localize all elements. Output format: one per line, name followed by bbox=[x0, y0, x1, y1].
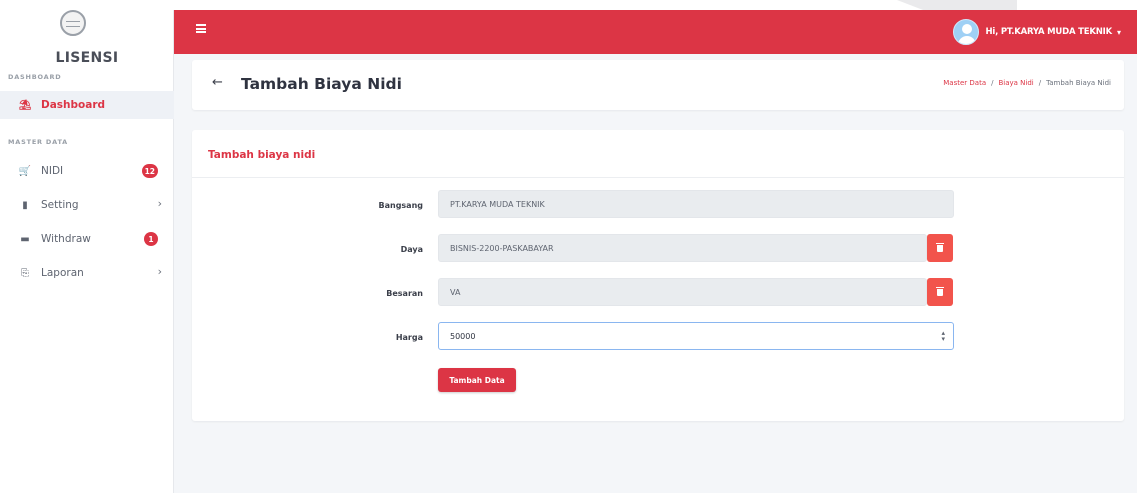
hamburger-icon[interactable] bbox=[196, 24, 206, 33]
field-label-bangsang: Bangsang bbox=[378, 201, 424, 210]
sidebar-item-label: Laporan bbox=[41, 267, 84, 279]
printer-icon: ⎘ bbox=[21, 267, 29, 279]
bangsang-field[interactable]: PT.KARYA MUDA TEKNIK bbox=[438, 190, 954, 218]
field-label-besaran: Besaran bbox=[386, 289, 423, 298]
chevron-down-icon[interactable]: ▾ bbox=[1117, 28, 1121, 37]
delete-daya-button[interactable] bbox=[927, 234, 953, 262]
notification-badge: 12 bbox=[141, 164, 158, 178]
arrow-left-icon[interactable]: ← bbox=[212, 75, 223, 90]
harga-input-value: 50000 bbox=[450, 331, 476, 341]
chevron-right-icon: › bbox=[157, 197, 162, 210]
harga-input[interactable]: 50000 ▴ ▾ bbox=[438, 322, 954, 350]
breadcrumb: Master Data / Biaya Nidi / Tambah Biaya … bbox=[943, 79, 1111, 87]
sidebar-item-laporan[interactable]: ⎘ Laporan › bbox=[0, 259, 174, 287]
section-label-dashboard: DASHBOARD bbox=[8, 73, 62, 81]
sidebar: LISENSI DASHBOARD ⛱ Dashboard MASTER DAT… bbox=[0, 10, 174, 493]
sidebar-item-label: Dashboard bbox=[41, 99, 106, 111]
number-stepper-icon[interactable]: ▴ ▾ bbox=[941, 330, 945, 343]
sidebar-item-label: NIDI bbox=[41, 165, 64, 177]
sidebar-item-label: Withdraw bbox=[41, 233, 91, 245]
card-icon: ▬ bbox=[20, 233, 30, 245]
user-name[interactable]: Hi, PT.KARYA MUDA TEKNIK bbox=[985, 27, 1112, 37]
page-header: ← Tambah Biaya Nidi Master Data / Biaya … bbox=[192, 60, 1124, 110]
top-navbar: Hi, PT.KARYA MUDA TEKNIK ▾ bbox=[174, 10, 1137, 54]
trash-icon bbox=[936, 286, 944, 296]
avatar[interactable] bbox=[953, 19, 980, 45]
breadcrumb-master-data[interactable]: Master Data bbox=[943, 79, 986, 87]
delete-besaran-button[interactable] bbox=[927, 278, 953, 306]
cart-icon: 🛒 bbox=[18, 165, 32, 177]
book-icon: ▮ bbox=[22, 199, 28, 211]
app-brand: LISENSI bbox=[55, 50, 119, 66]
sidebar-item-nidi[interactable]: 🛒 NIDI 12 bbox=[0, 157, 174, 185]
form-card-title: Tambah biaya nidi bbox=[208, 149, 316, 161]
sidebar-item-withdraw[interactable]: ▬ Withdraw 1 bbox=[0, 225, 174, 253]
section-label-master-data: MASTER DATA bbox=[8, 138, 69, 146]
home-icon: ⛱ bbox=[18, 99, 32, 111]
besaran-field[interactable]: VA bbox=[438, 278, 927, 306]
page-title: Tambah Biaya Nidi bbox=[241, 75, 402, 93]
field-label-harga: Harga bbox=[395, 333, 423, 342]
breadcrumb-current: Tambah Biaya Nidi bbox=[1046, 79, 1111, 87]
notification-badge: 1 bbox=[144, 232, 158, 246]
field-label-daya: Daya bbox=[400, 245, 423, 254]
breadcrumb-separator: / bbox=[991, 79, 994, 87]
breadcrumb-biaya-nidi[interactable]: Biaya Nidi bbox=[998, 79, 1033, 87]
trash-icon bbox=[936, 242, 944, 252]
app-logo-icon[interactable] bbox=[60, 10, 86, 36]
form-card: Tambah biaya nidi Bangsang PT.KARYA MUDA… bbox=[192, 130, 1124, 421]
breadcrumb-separator: / bbox=[1038, 79, 1042, 87]
chevron-right-icon: › bbox=[157, 265, 162, 278]
sidebar-item-label: Setting bbox=[41, 199, 79, 211]
submit-button[interactable]: Tambah Data bbox=[438, 368, 516, 392]
sidebar-item-setting[interactable]: ▮ Setting › bbox=[0, 191, 174, 219]
daya-field[interactable]: BISNIS-2200-PASKABAYAR bbox=[438, 234, 927, 262]
sidebar-item-dashboard[interactable]: ⛱ Dashboard bbox=[0, 91, 174, 119]
form-card-header: Tambah biaya nidi bbox=[192, 130, 1124, 178]
user-menu[interactable]: Hi, PT.KARYA MUDA TEKNIK ▾ bbox=[953, 19, 1121, 45]
